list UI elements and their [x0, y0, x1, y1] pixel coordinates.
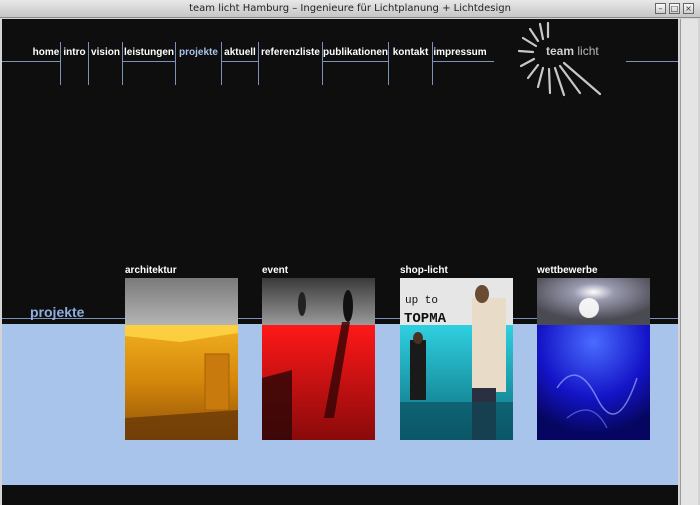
maximize-button[interactable]: □ — [669, 3, 680, 14]
category-label-architektur[interactable]: architektur — [125, 265, 177, 276]
nav-item-leistungen[interactable]: leistungen — [122, 42, 176, 85]
svg-text:up to: up to — [405, 295, 438, 307]
nav-item-aktuell[interactable]: aktuell — [221, 42, 259, 85]
nav-item-publikationen[interactable]: publikationen — [322, 42, 389, 85]
nav-item-impressum[interactable]: impressum — [432, 42, 488, 85]
section-title: projekte — [30, 304, 85, 320]
nav-item-projekte[interactable]: projekte — [175, 42, 222, 85]
svg-text:TOPMA: TOPMA — [404, 311, 447, 327]
nav-item-home[interactable]: home — [31, 42, 61, 85]
nav-item-vision[interactable]: vision — [88, 42, 123, 85]
vertical-scrollbar[interactable] — [680, 19, 698, 505]
window-titlebar[interactable]: team licht Hamburg – Ingenieure für Lich… — [0, 0, 700, 18]
nav-item-intro[interactable]: intro — [60, 42, 89, 85]
category-label-shop-licht[interactable]: shop-licht — [400, 265, 448, 276]
nav-item-referenzliste[interactable]: referenzliste — [258, 42, 323, 85]
page-viewport: home intro vision leistungen projekte ak… — [2, 19, 678, 505]
window-controls: – □ × — [655, 3, 694, 14]
category-image-architektur[interactable] — [125, 278, 238, 440]
category-label-event[interactable]: event — [262, 265, 288, 276]
team-licht-logo-icon[interactable] — [514, 21, 614, 99]
minimize-button[interactable]: – — [655, 3, 666, 14]
logo-underline — [626, 61, 678, 62]
category-image-shop-licht[interactable]: up to TOPMA — [400, 278, 513, 440]
category-image-event[interactable] — [262, 278, 375, 440]
nav-item-kontakt[interactable]: kontakt — [388, 42, 433, 85]
window-title: team licht Hamburg – Ingenieure für Lich… — [189, 3, 511, 14]
close-button[interactable]: × — [683, 3, 694, 14]
category-label-wettbewerbe[interactable]: wettbewerbe — [537, 265, 598, 276]
category-image-wettbewerbe[interactable] — [537, 278, 650, 440]
logo-wordmark: team licht — [546, 44, 599, 58]
